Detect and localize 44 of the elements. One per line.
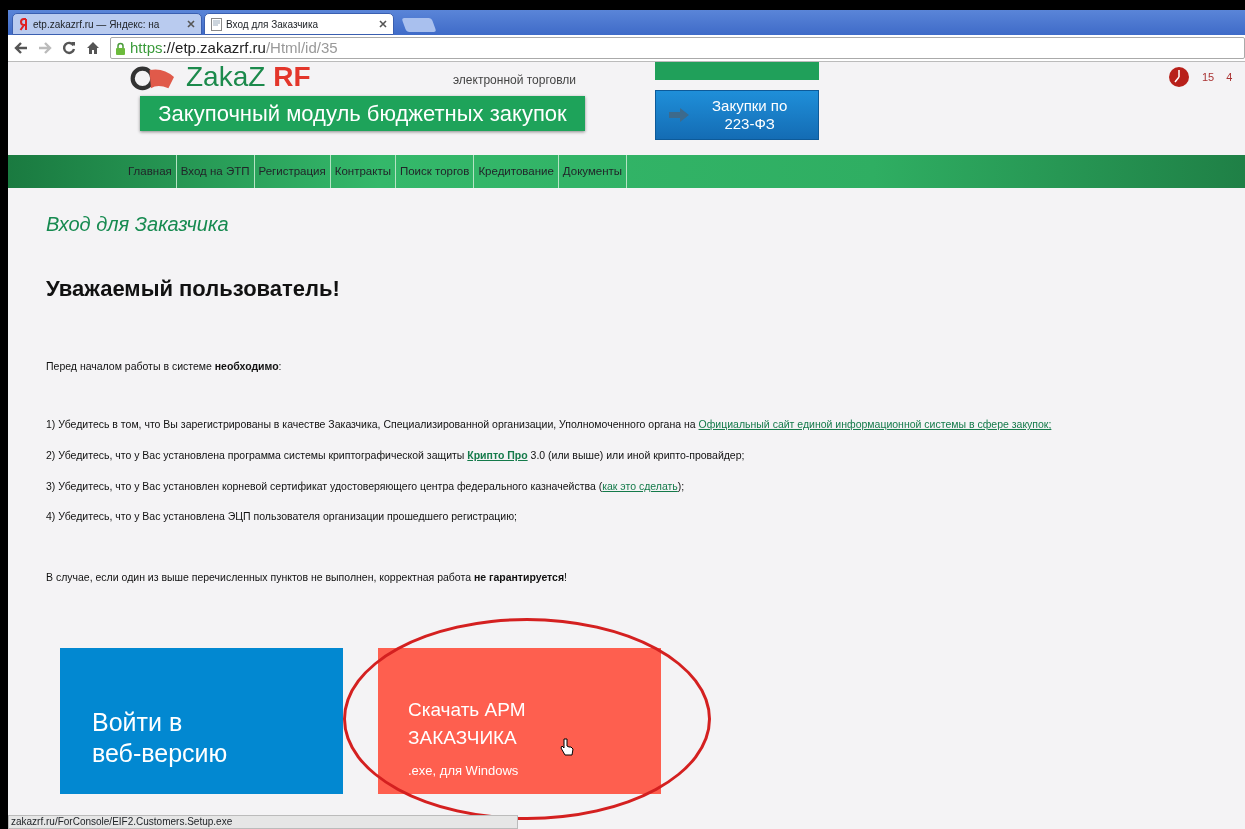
- lock-icon: [115, 41, 126, 55]
- status-bar: zakazrf.ru/ForConsole/EIF2.Customers.Setup.exe: [8, 815, 518, 829]
- clock-digits: 15: [1202, 69, 1215, 85]
- link[interactable]: как это сделать: [602, 479, 678, 492]
- logo-caption: электронной торговли: [453, 72, 577, 89]
- page-title: Вход для Заказчика: [46, 212, 230, 236]
- logo-text: ZakaZ: [186, 63, 266, 91]
- requirement-text: 4) Убедитесь, что у Вас установлена ЭЦП пользователя организации прошедшего регистрацию;: [46, 509, 518, 525]
- requirement-text: 2) Убедитесь, что у Вас установлена программа системы криптографической защиты Крипто Про 3.0 (или выше) или иной крипто-провайдер;: [46, 447, 746, 463]
- purchases-button[interactable]: Закупки по 223-ФЗ: [655, 90, 819, 140]
- letter-logo-icon: [19, 17, 29, 31]
- requirement-text: 3) Убедитесь, что у Вас установлен корневой сертификат удостоверяющего центра федерального казначейства (как это сделать);: [46, 478, 686, 494]
- arrow-icon: [668, 107, 690, 123]
- clock-icon: [1168, 66, 1190, 88]
- link[interactable]: Официальный сайт единой информационной системы в сфере закупок;: [698, 418, 1052, 431]
- intro-text: Перед началом работы в системе необходимо:: [46, 359, 283, 375]
- greeting-heading: Уважаемый пользователь!: [46, 276, 341, 303]
- browser-tab[interactable]: etp.zakazrf.ru — Яндекс: на: [12, 13, 202, 35]
- nav-link[interactable]: Главная: [124, 155, 177, 188]
- hand-cursor-icon: [560, 738, 574, 756]
- link[interactable]: Крипто Про: [467, 448, 528, 461]
- login-tile[interactable]: Войти в веб-версию: [60, 647, 343, 794]
- reload-icon[interactable]: [62, 41, 76, 55]
- module-banner: Закупочный модуль бюджетных закупок: [140, 96, 585, 131]
- close-icon[interactable]: [187, 20, 195, 28]
- clock-digits: 4: [1226, 69, 1233, 85]
- logo-text: RF: [273, 63, 311, 91]
- nav-link[interactable]: Вход на ЭТП: [176, 155, 255, 188]
- browser-tab[interactable]: Вход для Заказчика: [204, 13, 394, 35]
- nav-link[interactable]: Документы: [558, 155, 628, 188]
- nav-link[interactable]: Поиск торгов: [395, 155, 475, 188]
- page-icon: [211, 17, 222, 31]
- address-bar[interactable]: https://etp.zakazrf.ru/Html/id/35: [110, 37, 1245, 59]
- close-icon[interactable]: [379, 20, 387, 28]
- nav-link[interactable]: Кредитование: [474, 155, 559, 188]
- url-text: https://etp.zakazrf.ru/Html/id/35: [130, 37, 338, 58]
- requirement-text: 1) Убедитесь в том, что Вы зарегистрированы в качестве Заказчика, Специализированной организации, Уполномоченного органа на Официальный сайт единой информационной системы в сфере закупок;: [46, 417, 1053, 433]
- nav-link[interactable]: Регистрация: [254, 155, 331, 188]
- new-tab-button[interactable]: [401, 18, 437, 32]
- nav-link[interactable]: Контракты: [330, 155, 396, 188]
- download-tile[interactable]: Скачать АРМ ЗАКАЗЧИКА .exe, для Windows: [378, 647, 661, 794]
- warning-text: В случае, если один из выше перечисленных пунктов не выполнен, корректная работа не гарантируется!: [46, 570, 568, 586]
- back-icon[interactable]: [14, 41, 28, 55]
- home-icon[interactable]: [86, 41, 100, 55]
